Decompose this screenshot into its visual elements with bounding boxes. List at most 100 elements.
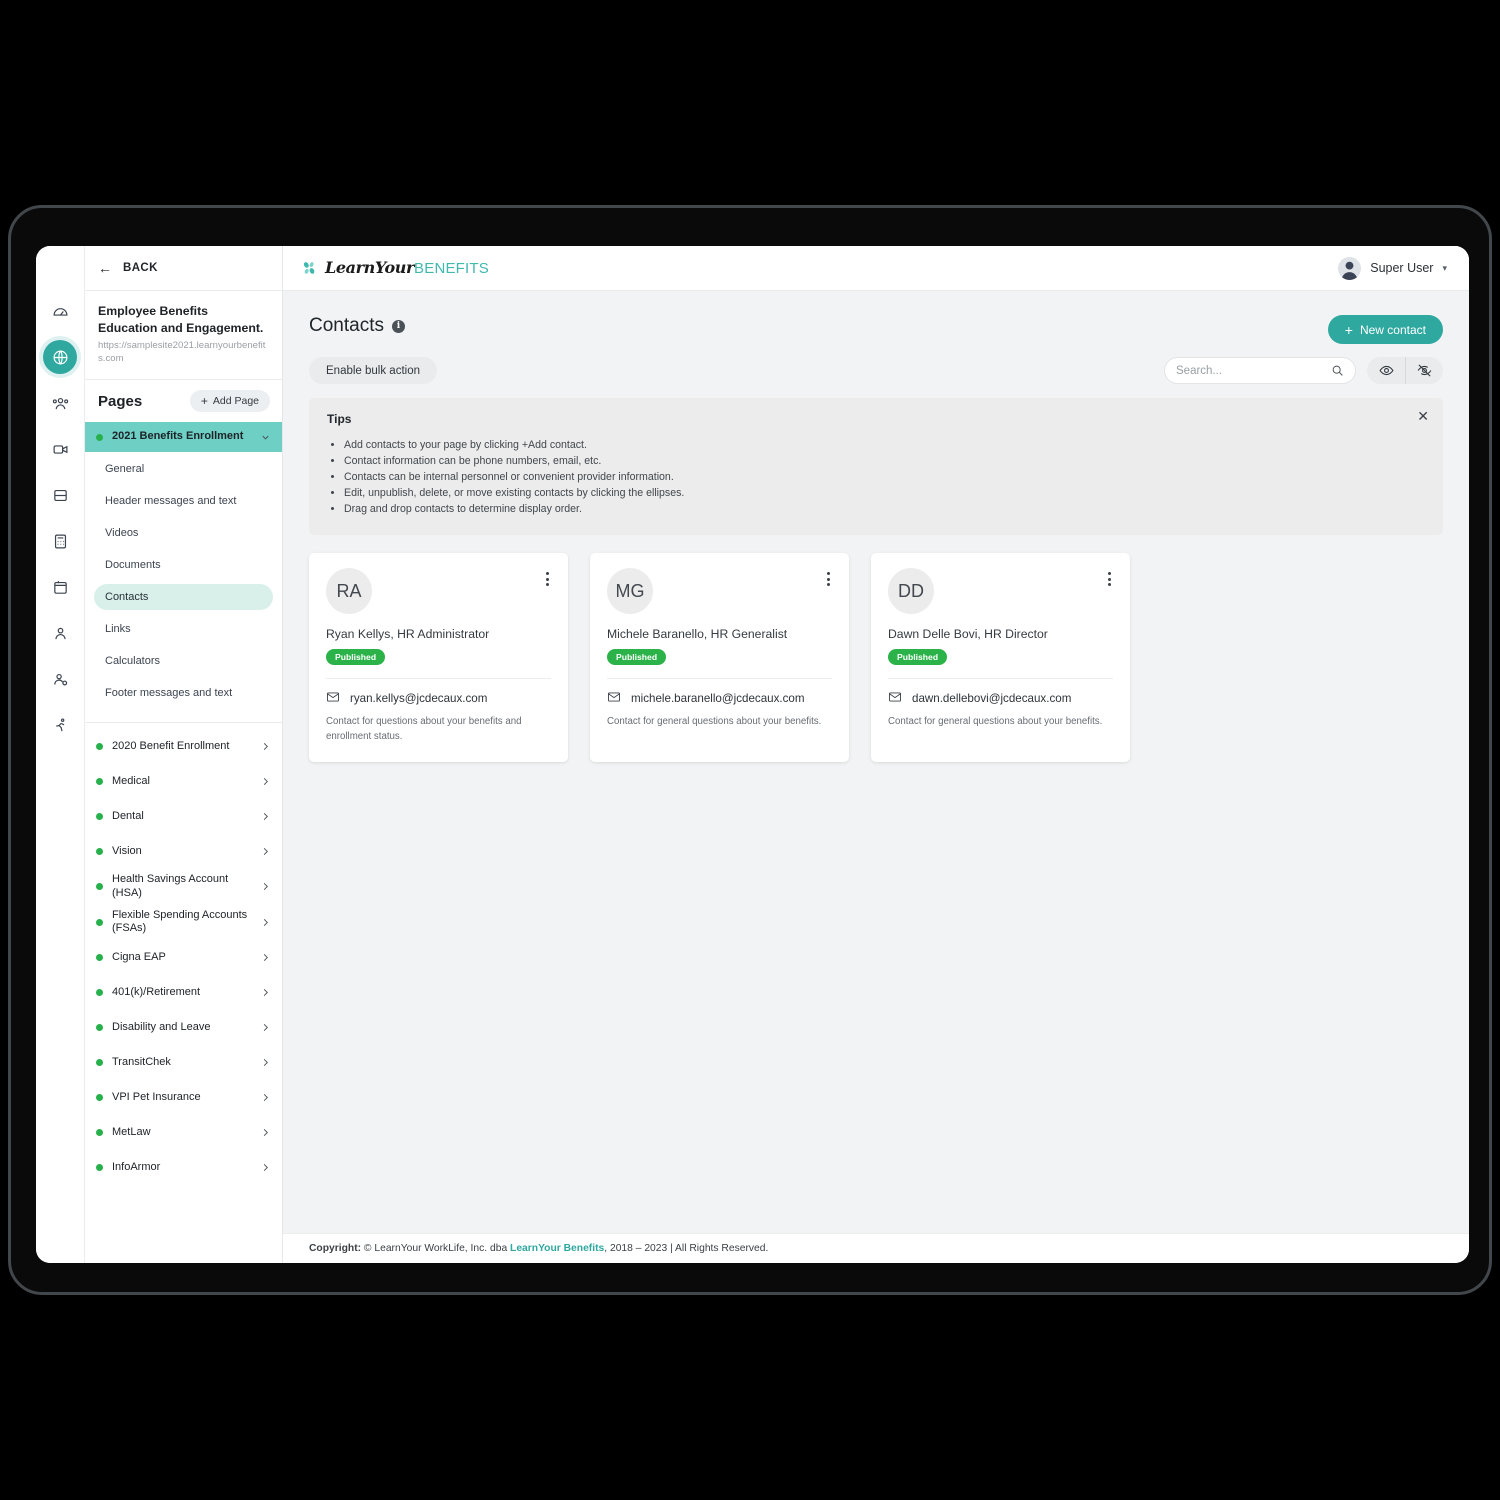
contact-avatar-initials: RA	[326, 568, 372, 615]
tools-row: Enable bulk action	[309, 357, 1443, 384]
calculator-icon[interactable]	[43, 524, 77, 558]
sidebar-item-calculators[interactable]: Calculators	[94, 648, 273, 674]
avatar	[1338, 256, 1362, 280]
search-box[interactable]	[1164, 357, 1356, 384]
sidebar-group-health-savings-account-hsa[interactable]: Health Savings Account (HSA)	[85, 869, 282, 905]
contact-email[interactable]: dawn.dellebovi@jcdecaux.com	[888, 690, 1113, 707]
divider	[888, 678, 1113, 680]
people-group-icon[interactable]	[43, 386, 77, 420]
enable-bulk-action-button[interactable]: Enable bulk action	[309, 357, 437, 384]
page-title: Contacts i	[309, 315, 405, 337]
search-input[interactable]	[1176, 364, 1331, 377]
chevron-right-icon	[260, 1022, 271, 1033]
sidebar-item-contacts[interactable]: Contacts	[94, 584, 273, 611]
sidebar-item-footer-messages-and-text[interactable]: Footer messages and text	[94, 680, 273, 706]
plus-icon: +	[200, 394, 208, 409]
sidebar-group-2021-benefits-enrollment[interactable]: 2021 Benefits Enrollment	[85, 422, 282, 453]
status-badge: Published	[607, 649, 667, 666]
copyright-text: Copyright: © LearnYour WorkLife, Inc. db…	[309, 1243, 768, 1254]
contact-more-options-button[interactable]	[1105, 569, 1114, 589]
pages-header: Pages + Add Page	[85, 380, 282, 422]
chevron-right-icon	[260, 846, 271, 857]
sidebar-group-metlaw[interactable]: MetLaw	[85, 1115, 282, 1150]
sidebar-group-vpi-pet-insurance[interactable]: VPI Pet Insurance	[85, 1080, 282, 1115]
sidebar-group-vision[interactable]: Vision	[85, 834, 282, 869]
learnyour-benefits-link[interactable]: LearnYour Benefits	[510, 1243, 604, 1254]
logo[interactable]: LearnYourBENEFITS	[301, 257, 489, 277]
layout-icon[interactable]	[43, 478, 77, 512]
add-page-button[interactable]: + Add Page	[189, 390, 270, 413]
search-tools	[1164, 357, 1443, 384]
sidebar-group-2020-benefit-enrollment[interactable]: 2020 Benefit Enrollment	[85, 729, 282, 764]
status-dot	[96, 1059, 103, 1067]
user-menu[interactable]: Super User ▾	[1338, 256, 1447, 280]
dashboard-icon[interactable]	[43, 294, 77, 328]
logo-script-text: LearnYour	[325, 257, 415, 277]
contact-avatar-initials: DD	[888, 568, 934, 615]
activity-icon[interactable]	[43, 708, 77, 742]
sidebar-group-label: InfoArmor	[112, 1160, 161, 1173]
visibility-toggle-group	[1367, 357, 1443, 384]
contact-avatar-initials: MG	[607, 568, 653, 615]
tips-item: Contacts can be internal personnel or co…	[344, 469, 1425, 485]
sidebar-group-medical[interactable]: Medical	[85, 764, 282, 799]
page-title-row: Contacts i + New contact	[309, 315, 1443, 344]
contact-note: Contact for general questions about your…	[607, 716, 822, 728]
sidebar-group-flexible-spending-accounts-fsas[interactable]: Flexible Spending Accounts (FSAs)	[85, 905, 282, 941]
sidebar-group-disability-and-leave[interactable]: Disability and Leave	[85, 1010, 282, 1045]
chevron-right-icon	[260, 1127, 271, 1138]
back-button[interactable]: ← BACK	[85, 246, 282, 291]
contact-cards: RA Ryan Kellys, HR Administrator Published…	[309, 553, 1443, 762]
status-dot	[96, 433, 103, 441]
sidebar-item-documents[interactable]: Documents	[94, 552, 273, 578]
sidebar-item-header-messages-and-text[interactable]: Header messages and text	[94, 488, 273, 514]
calendar-icon[interactable]	[43, 570, 77, 604]
sidebar-group-transitchek[interactable]: TransitChek	[85, 1045, 282, 1080]
info-icon[interactable]: i	[391, 319, 405, 333]
contact-email-text: ryan.kellys@jcdecaux.com	[350, 692, 488, 706]
tablet-device-frame: ← BACK Employee Benefits Education and E…	[8, 205, 1492, 1295]
contact-more-options-button[interactable]	[824, 569, 833, 589]
contact-card[interactable]: RA Ryan Kellys, HR Administrator Published…	[309, 553, 568, 762]
new-contact-label: New contact	[1359, 322, 1426, 337]
status-dot	[96, 848, 103, 856]
tips-panel: Tips Add contacts to your page by clicki…	[309, 398, 1443, 536]
contact-note: Contact for questions about your benefit…	[326, 716, 522, 743]
arrow-left-icon: ←	[98, 260, 112, 276]
contact-more-options-button[interactable]	[543, 569, 552, 589]
status-dot	[96, 743, 103, 751]
sidebar-group-label: Medical	[112, 774, 150, 787]
sidebar-item-videos[interactable]: Videos	[94, 520, 273, 546]
page-title-text: Contacts	[309, 315, 384, 336]
contact-email[interactable]: michele.baranello@jcdecaux.com	[607, 690, 832, 707]
show-published-button[interactable]	[1367, 357, 1405, 384]
person-icon[interactable]	[43, 616, 77, 650]
video-icon[interactable]	[43, 432, 77, 466]
status-dot	[96, 1094, 103, 1102]
sidebar-item-links[interactable]: Links	[94, 616, 273, 642]
chevron-right-icon	[260, 987, 271, 998]
chevron-right-icon	[260, 1092, 271, 1103]
status-dot	[96, 989, 103, 997]
hide-unpublished-button[interactable]	[1405, 357, 1443, 384]
sidebar-group-401-k-retirement[interactable]: 401(k)/Retirement	[85, 975, 282, 1010]
sidebar-group-cigna-eap[interactable]: Cigna EAP	[85, 940, 282, 975]
sidebar-group-dental[interactable]: Dental	[85, 799, 282, 834]
contact-card[interactable]: DD Dawn Delle Bovi, HR Director Published d…	[871, 553, 1130, 762]
plus-icon: +	[1344, 321, 1353, 338]
back-label: BACK	[123, 262, 158, 274]
person-settings-icon[interactable]	[43, 662, 77, 696]
user-name: Super User	[1370, 261, 1434, 275]
sidebar-group-infoarmor[interactable]: InfoArmor	[85, 1150, 282, 1185]
contact-email[interactable]: ryan.kellys@jcdecaux.com	[326, 690, 551, 707]
contact-card[interactable]: MG Michele Baranello, HR Generalist Publis…	[590, 553, 849, 762]
divider	[326, 678, 551, 680]
globe-icon[interactable]	[43, 340, 77, 374]
search-icon[interactable]	[1331, 364, 1344, 377]
close-icon[interactable]: ✕	[1417, 409, 1429, 423]
tips-item: Edit, unpublish, delete, or move existin…	[344, 485, 1425, 501]
sidebar-group-label: Flexible Spending Accounts (FSAs)	[112, 908, 248, 935]
sidebar-item-general[interactable]: General	[94, 456, 273, 482]
chevron-right-icon	[260, 917, 271, 928]
new-contact-button[interactable]: + New contact	[1327, 315, 1443, 344]
